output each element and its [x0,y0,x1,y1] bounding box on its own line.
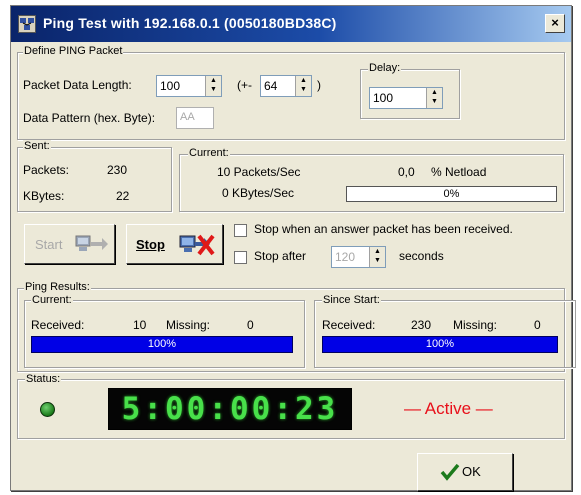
delay-spinner[interactable]: 100 ▲ ▼ [369,87,443,109]
start-ping-icon [75,232,109,259]
netload-progress-bar: 0% [346,186,557,202]
stop-answer-checkbox[interactable] [234,224,247,237]
sent-legend: Sent: [23,140,51,152]
status-led-icon [40,402,55,417]
since-start-missing-label: Missing: [453,318,498,332]
data-pattern-label: Data Pattern (hex. Byte): [23,111,156,125]
plus-minus-value: 64 [264,79,278,93]
netload-label: % Netload [431,165,487,179]
delay-value: 100 [373,91,394,105]
sent-kbytes-label: KBytes: [23,189,65,203]
since-start-progress-bar: 100% [322,336,558,353]
stop-after-value: 120 [335,250,356,264]
netload-value: 0,0 [398,165,415,179]
current-missing-value: 0 [247,318,254,332]
packet-length-label: Packet Data Length: [23,78,132,92]
plus-minus-suffix: ) [317,78,321,92]
stop-button-label: Stop [136,237,165,252]
define-ping-packet-legend: Define PING Packet [23,45,124,57]
since-start-received-label: Received: [322,318,376,332]
data-pattern-input[interactable]: AA [176,107,214,129]
spin-arrows-icon[interactable]: ▲ ▼ [205,76,221,96]
spin-arrows-icon[interactable]: ▲ ▼ [426,88,442,108]
current-results-progress-bar: 100% [31,336,293,353]
elapsed-time-display: 5:00:00:23 [108,388,352,430]
ok-button[interactable]: OK [417,453,513,491]
results-since-start-legend: Since Start: [322,294,381,306]
since-start-received-value: 230 [411,318,432,332]
stop-button[interactable]: Stop [126,224,223,264]
status-legend: Status: [25,373,62,385]
stop-after-label: Stop after [254,249,307,263]
elapsed-time-digits: 5:00:00:23 [121,391,339,427]
start-button[interactable]: Start [24,224,115,264]
close-button[interactable]: × [545,14,565,33]
results-since-start-group [314,300,576,368]
current-missing-label: Missing: [166,318,211,332]
results-current-group [24,300,305,368]
packet-length-spinner[interactable]: 100 ▲ ▼ [156,75,222,97]
current-received-value: 10 [133,318,147,332]
plus-minus-spinner[interactable]: 64 ▲ ▼ [260,75,312,97]
data-pattern-value: AA [180,111,195,123]
stop-after-spinner[interactable]: 120 ▲ ▼ [331,246,386,268]
spin-arrows-icon[interactable]: ▲ ▼ [295,76,311,96]
current-rate-group [179,154,564,212]
current-results-bar-text: 100% [147,338,177,350]
kbytes-per-sec: 0 KBytes/Sec [222,186,295,200]
title-bar[interactable]: Ping Test with 192.168.0.1 (0050180BD38C… [11,6,571,42]
spin-arrows-icon[interactable]: ▲ ▼ [369,247,385,267]
status-state-label: — Active — [404,399,493,418]
checkmark-icon [440,463,460,484]
sent-kbytes-value: 22 [116,189,130,203]
sent-packets-value: 230 [107,163,128,177]
sent-packets-label: Packets: [23,163,70,177]
stop-ping-icon [179,232,215,261]
packet-length-value: 100 [160,79,181,93]
start-button-label: Start [35,237,63,252]
plus-minus-prefix: (+- [237,78,252,92]
computer-network-icon [18,15,36,33]
results-current-legend: Current: [31,294,73,306]
ping-results-legend: Ping Results: [24,281,91,293]
current-received-label: Received: [31,318,85,332]
seconds-label: seconds [399,249,444,263]
netload-bar-text: 0% [443,188,460,200]
stop-after-checkbox[interactable] [234,251,247,264]
delay-legend: Delay: [368,62,402,74]
since-start-bar-text: 100% [425,338,455,350]
since-start-missing-value: 0 [534,318,541,332]
current-rate-legend: Current: [188,147,230,159]
window-title: Ping Test with 192.168.0.1 (0050180BD38C… [43,15,337,31]
stop-answer-label: Stop when an answer packet has been rece… [254,222,513,236]
ok-button-label: OK [462,464,481,479]
packets-per-sec: 10 Packets/Sec [217,165,301,179]
ping-test-window: Ping Test with 192.168.0.1 (0050180BD38C… [10,5,576,491]
